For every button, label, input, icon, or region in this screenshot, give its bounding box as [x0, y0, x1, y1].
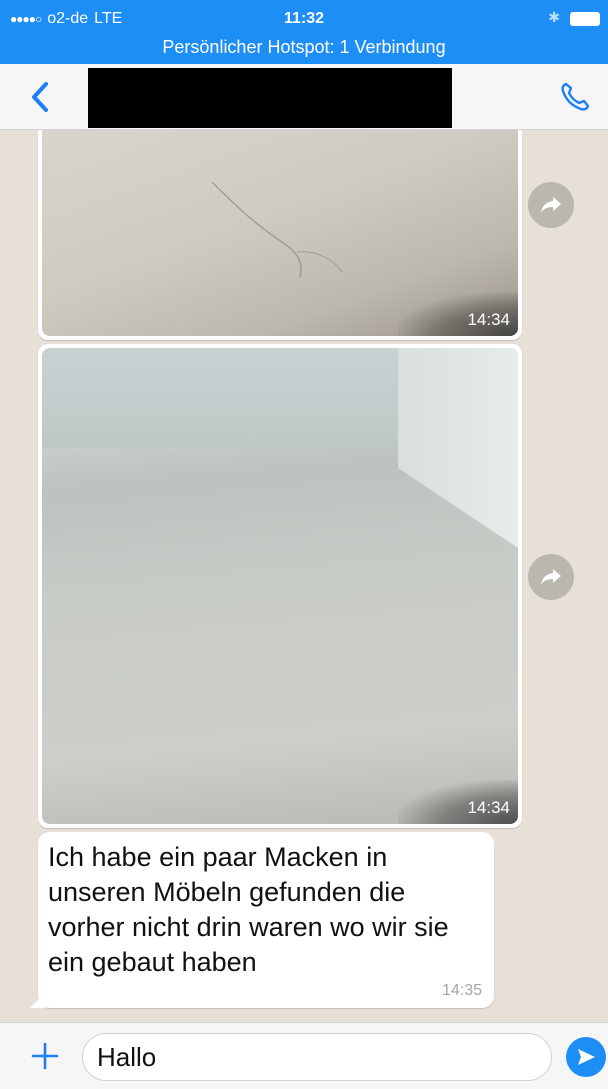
call-button[interactable]: [558, 80, 592, 114]
input-bar: [0, 1022, 608, 1089]
attach-button[interactable]: [30, 1041, 60, 1071]
text-message[interactable]: Ich habe ein paar Macken in unseren Möbe…: [38, 832, 494, 1008]
message-input[interactable]: [82, 1033, 552, 1081]
image-message[interactable]: 14:34: [38, 344, 522, 828]
message-time: 14:34: [467, 798, 510, 817]
chat-header: [0, 64, 608, 130]
hotspot-banner[interactable]: Persönlicher Hotspot: 1 Verbindung: [0, 37, 608, 58]
battery-icon: [570, 12, 600, 26]
status-time: 11:32: [283, 10, 325, 27]
phone-icon: [561, 82, 590, 111]
share-arrow-icon: [541, 197, 561, 213]
shelf-side-panel: [398, 348, 518, 548]
share-arrow-icon: [541, 569, 561, 585]
photo-shelf-corner[interactable]: 14:34: [42, 348, 518, 824]
chat-area[interactable]: 14:34 14:34 Ich habe ein paar Macken in …: [0, 130, 608, 1022]
forward-button[interactable]: [528, 182, 574, 228]
contact-name-redacted[interactable]: [88, 68, 452, 128]
message-text: Ich habe ein paar Macken in unseren Möbe…: [48, 842, 449, 977]
photo-wall-scratch[interactable]: 14:34: [42, 130, 518, 336]
back-button[interactable]: [24, 80, 56, 114]
send-icon: [578, 1049, 595, 1065]
message-time: 14:35: [441, 982, 482, 999]
forward-button[interactable]: [528, 554, 574, 600]
plus-icon: [31, 1042, 59, 1070]
chevron-left-icon: [32, 82, 48, 112]
bluetooth-icon: ✱: [548, 9, 560, 25]
message-time: 14:34: [467, 310, 510, 329]
image-message[interactable]: 14:34: [38, 130, 522, 340]
status-bar: ●●●●○ o2-de LTE 11:32 ✱ Persönlicher Hot…: [0, 0, 608, 64]
send-button[interactable]: [566, 1037, 606, 1077]
